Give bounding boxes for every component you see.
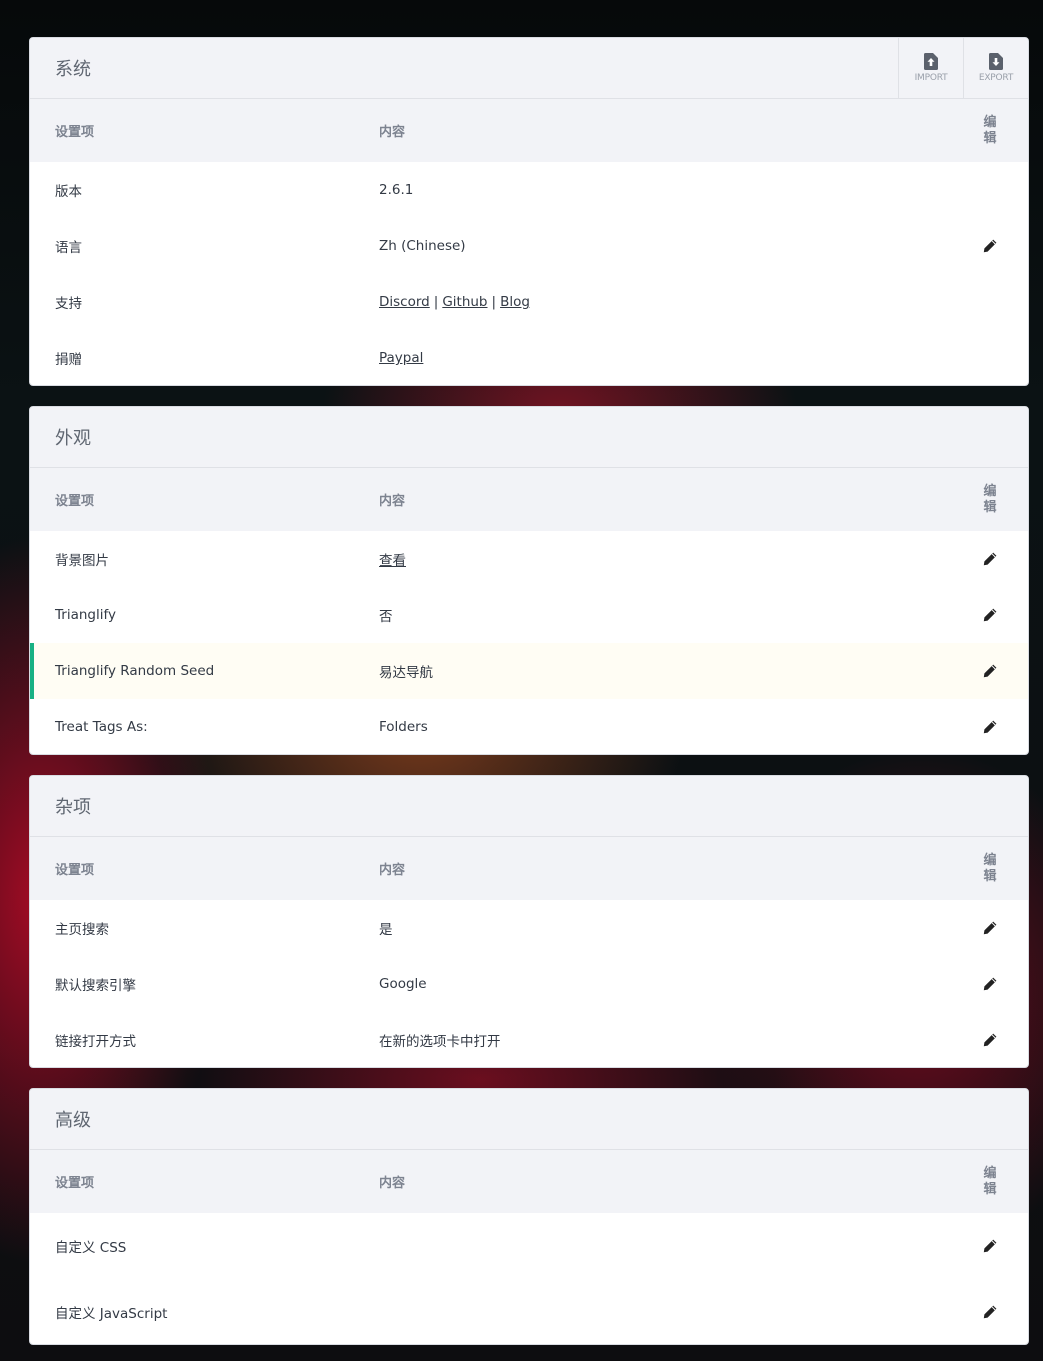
setting-key: 主页搜索 (55, 922, 109, 938)
view-background-link[interactable]: 查看 (379, 549, 406, 569)
pencil-icon[interactable] (983, 608, 997, 622)
setting-value: 否 (379, 609, 393, 625)
card-title: 杂项 (55, 797, 91, 818)
table-row: 自定义 CSS (30, 1213, 1028, 1279)
table-row: 支持 Discord | Github | Blog (30, 274, 1028, 330)
file-download-icon (989, 53, 1004, 70)
table-row: 背景图片 查看 (30, 531, 1028, 587)
setting-value: Zh (Chinese) (379, 238, 466, 254)
card-header: 系统 IMPORT EXPORT (30, 38, 1028, 99)
table-header: 设置项 内容 编辑 (30, 99, 1028, 162)
setting-key: 支持 (55, 296, 82, 312)
export-label: EXPORT (978, 73, 1014, 83)
setting-value: Google (379, 976, 427, 992)
table-row: 版本 2.6.1 (30, 162, 1028, 218)
setting-key: Trianglify Random Seed (55, 663, 215, 679)
setting-key: 默认搜索引擎 (55, 978, 136, 994)
pencil-icon[interactable] (983, 1033, 997, 1047)
link-separator: | (433, 294, 439, 310)
header-edit: 编辑 (983, 1165, 997, 1197)
setting-key: 背景图片 (55, 553, 109, 569)
pencil-icon[interactable] (983, 552, 997, 566)
table-header: 设置项 内容 编辑 (30, 837, 1028, 900)
card-header: 高级 (30, 1089, 1028, 1150)
file-upload-icon (924, 53, 939, 70)
header-value: 内容 (379, 494, 406, 509)
card-title: 外观 (55, 428, 91, 449)
header-edit: 编辑 (983, 483, 997, 515)
table-row: 语言 Zh (Chinese) (30, 218, 1028, 274)
setting-key: 自定义 JavaScript (55, 1306, 168, 1322)
paypal-link[interactable]: Paypal (379, 350, 423, 366)
header-edit: 编辑 (983, 114, 997, 146)
settings-card-advanced: 高级 设置项 内容 编辑 自定义 CSS 自定义 JavaScript (29, 1088, 1029, 1345)
setting-value: Folders (379, 719, 428, 735)
settings-card-system: 系统 IMPORT EXPORT 设置项 内容 编辑 版本 2.6.1 语言 Z… (29, 37, 1029, 386)
header-value: 内容 (379, 1176, 406, 1191)
link-separator: | (491, 294, 497, 310)
pencil-icon[interactable] (983, 1239, 997, 1253)
table-row: 链接打开方式 在新的选项卡中打开 (30, 1012, 1028, 1067)
card-title: 高级 (55, 1110, 91, 1131)
pencil-icon[interactable] (983, 977, 997, 991)
card-title: 系统 (55, 59, 91, 80)
setting-key: Treat Tags As: (55, 719, 148, 735)
support-links: Discord | Github | Blog (379, 294, 530, 310)
table-row: 自定义 JavaScript (30, 1279, 1028, 1344)
pencil-icon[interactable] (983, 720, 997, 734)
header-key: 设置项 (55, 125, 95, 140)
blog-link[interactable]: Blog (500, 294, 530, 310)
setting-key: Trianglify (55, 607, 116, 623)
export-button[interactable]: EXPORT (963, 38, 1028, 98)
pencil-icon[interactable] (983, 664, 997, 678)
setting-key: 自定义 CSS (55, 1240, 127, 1256)
header-key: 设置项 (55, 494, 95, 509)
setting-value: 易达导航 (379, 665, 433, 681)
setting-key: 语言 (55, 240, 82, 256)
table-row: Treat Tags As: Folders (30, 699, 1028, 754)
table-header: 设置项 内容 编辑 (30, 468, 1028, 531)
setting-value: 是 (379, 922, 393, 938)
setting-key: 版本 (55, 184, 82, 200)
table-row-highlighted: Trianglify Random Seed 易达导航 (30, 643, 1028, 699)
header-key: 设置项 (55, 1176, 95, 1191)
pencil-icon[interactable] (983, 921, 997, 935)
card-header: 杂项 (30, 776, 1028, 837)
discord-link[interactable]: Discord (379, 294, 430, 310)
setting-key: 链接打开方式 (55, 1034, 136, 1050)
table-row: 主页搜索 是 (30, 900, 1028, 956)
header-key: 设置项 (55, 863, 95, 878)
import-label: IMPORT (914, 73, 948, 83)
table-row: Trianglify 否 (30, 587, 1028, 643)
table-row: 捐赠 Paypal (30, 330, 1028, 385)
table-row: 默认搜索引擎 Google (30, 956, 1028, 1012)
setting-value: 在新的选项卡中打开 (379, 1034, 501, 1050)
setting-value: 2.6.1 (379, 182, 414, 198)
github-link[interactable]: Github (442, 294, 487, 310)
table-header: 设置项 内容 编辑 (30, 1150, 1028, 1213)
setting-key: 捐赠 (55, 352, 82, 368)
pencil-icon[interactable] (983, 239, 997, 253)
header-value: 内容 (379, 125, 406, 140)
header-edit: 编辑 (983, 852, 997, 884)
import-button[interactable]: IMPORT (898, 38, 963, 98)
header-value: 内容 (379, 863, 406, 878)
header-actions: IMPORT EXPORT (898, 38, 1028, 98)
card-header: 外观 (30, 407, 1028, 468)
pencil-icon[interactable] (983, 1305, 997, 1319)
settings-card-appearance: 外观 设置项 内容 编辑 背景图片 查看 Trianglify 否 Triang… (29, 406, 1029, 755)
settings-card-misc: 杂项 设置项 内容 编辑 主页搜索 是 默认搜索引擎 Google 链接打开方式… (29, 775, 1029, 1068)
